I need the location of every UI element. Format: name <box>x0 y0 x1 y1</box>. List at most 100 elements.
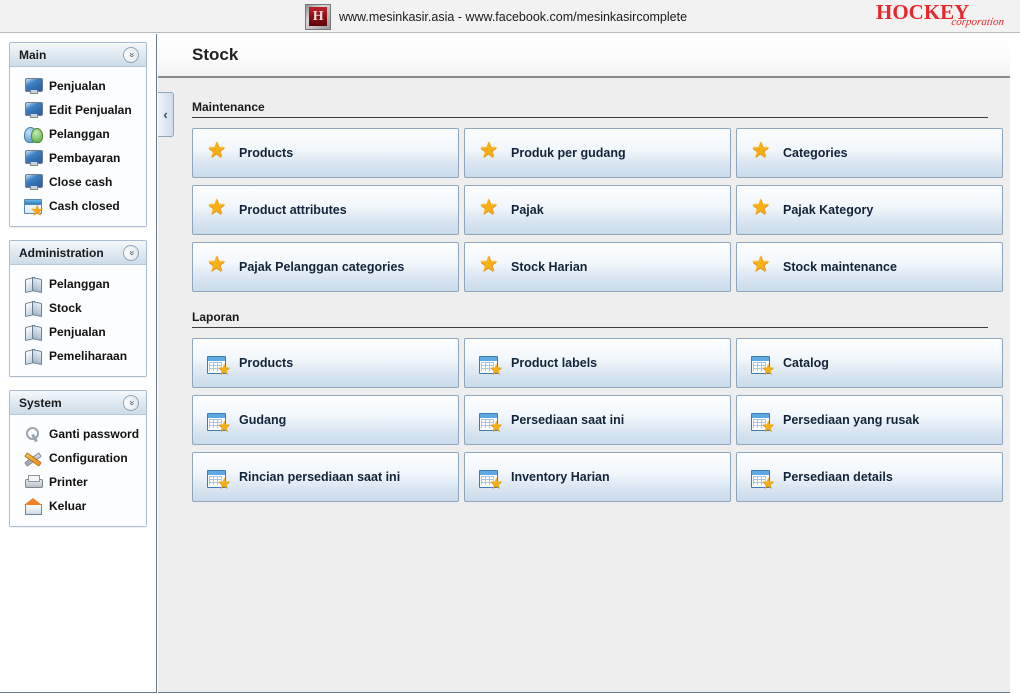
tile-report-products[interactable]: Products <box>192 338 459 388</box>
chevron-up-icon[interactable]: « <box>123 394 139 411</box>
banner-branding: H www.mesinkasir.asia - www.facebook.com… <box>305 0 687 33</box>
book-icon <box>24 300 42 316</box>
content-body: Maintenance Products Produk per gudang C… <box>158 78 1010 502</box>
panel-title-system: System <box>19 395 62 410</box>
tile-stock-maintenance[interactable]: Stock maintenance <box>736 242 1003 292</box>
sidebar-item-label: Pelanggan <box>49 277 110 291</box>
report-icon <box>207 412 231 434</box>
report-icon <box>207 355 231 377</box>
panel-body-administration: Pelanggan Stock Penjualan Pemeliharaan <box>10 265 146 376</box>
tile-report-product-labels[interactable]: Product labels <box>464 338 731 388</box>
report-icon <box>479 355 503 377</box>
tile-label: Pajak Pelanggan categories <box>239 260 405 274</box>
sidebar-item-ganti-password[interactable]: Ganti password <box>16 422 140 446</box>
star-icon <box>479 140 500 163</box>
sidebar-item-label: Ganti password <box>49 427 140 441</box>
panel-header-system[interactable]: System « <box>10 391 146 415</box>
section-label-text: Laporan <box>192 310 240 324</box>
chevron-up-icon[interactable]: « <box>123 244 139 261</box>
tile-label: Product labels <box>511 356 598 370</box>
tile-report-persediaan-yang-rusak[interactable]: Persediaan yang rusak <box>736 395 1003 445</box>
star-icon <box>479 197 500 220</box>
panel-header-main[interactable]: Main « <box>10 43 146 67</box>
key-icon <box>24 426 42 442</box>
laporan-tile-grid: Products Product labels Catalog Gudang P… <box>192 338 1003 502</box>
sidebar-panel-administration: Administration « Pelanggan Stock Penjual… <box>9 240 147 377</box>
sidebar-item-close-cash[interactable]: Close cash <box>16 170 140 194</box>
tile-pajak[interactable]: Pajak <box>464 185 731 235</box>
sidebar-item-label: Pelanggan <box>49 127 110 141</box>
panel-title-main: Main <box>19 47 47 62</box>
tile-stock-harian[interactable]: Stock Harian <box>464 242 731 292</box>
star-icon <box>207 140 228 163</box>
star-icon <box>479 254 500 277</box>
sidebar-item-printer[interactable]: Printer <box>16 470 140 494</box>
book-icon <box>24 276 42 292</box>
sidebar-item-cash-closed[interactable]: Cash closed <box>16 194 140 218</box>
page-title: Stock <box>192 45 239 64</box>
tile-products[interactable]: Products <box>192 128 459 178</box>
tile-label: Rincian persediaan saat ini <box>239 470 401 484</box>
sidebar-item-keluar[interactable]: Keluar <box>16 494 140 518</box>
sidebar-item-pelanggan[interactable]: Pelanggan <box>16 122 140 146</box>
tile-label: Product attributes <box>239 203 347 217</box>
main-content: Stock Maintenance Products Produk per gu… <box>158 34 1010 693</box>
tile-label: Persediaan saat ini <box>511 413 625 427</box>
sidebar-collapse-toggle[interactable]: ‹ <box>158 92 174 137</box>
tile-label: Pajak <box>511 203 544 217</box>
star-icon <box>207 254 228 277</box>
sidebar-panel-system: System « Ganti password Configuration Pr… <box>9 390 147 527</box>
report-icon <box>479 412 503 434</box>
monitor-icon <box>24 102 43 118</box>
sidebar-item-pembayaran[interactable]: Pembayaran <box>16 146 140 170</box>
tile-label: Gudang <box>239 413 287 427</box>
report-icon <box>751 355 775 377</box>
tile-label: Products <box>239 356 294 370</box>
panel-body-main: Penjualan Edit Penjualan Pelanggan Pemba… <box>10 67 146 226</box>
tile-pajak-kategory[interactable]: Pajak Kategory <box>736 185 1003 235</box>
tools-icon <box>24 450 42 466</box>
tile-label: Products <box>239 146 294 160</box>
panel-header-administration[interactable]: Administration « <box>10 241 146 265</box>
tile-produk-per-gudang[interactable]: Produk per gudang <box>464 128 731 178</box>
printer-icon <box>24 474 43 490</box>
banner-url-text: www.mesinkasir.asia - www.facebook.com/m… <box>339 9 688 24</box>
book-icon <box>24 348 42 364</box>
tile-product-attributes[interactable]: Product attributes <box>192 185 459 235</box>
tile-categories[interactable]: Categories <box>736 128 1003 178</box>
tile-report-gudang[interactable]: Gudang <box>192 395 459 445</box>
section-label-maintenance: Maintenance <box>192 100 988 118</box>
monitor-icon <box>24 174 43 190</box>
tile-label: Persediaan details <box>783 470 893 484</box>
top-banner: H www.mesinkasir.asia - www.facebook.com… <box>0 0 1020 33</box>
tile-label: Catalog <box>783 356 829 370</box>
tile-report-persediaan-saat-ini[interactable]: Persediaan saat ini <box>464 395 731 445</box>
sidebar-item-configuration[interactable]: Configuration <box>16 446 140 470</box>
h-logo-letter: H <box>309 7 327 26</box>
tile-report-persediaan-details[interactable]: Persediaan details <box>736 452 1003 502</box>
tile-label: Pajak Kategory <box>783 203 874 217</box>
sidebar-item-label: Printer <box>49 475 88 489</box>
panel-title-administration: Administration <box>19 245 104 260</box>
sidebar-item-admin-stock[interactable]: Stock <box>16 296 140 320</box>
panel-body-system: Ganti password Configuration Printer Kel… <box>10 415 146 526</box>
sidebar-item-admin-pemeliharaan[interactable]: Pemeliharaan <box>16 344 140 368</box>
tile-pajak-pelanggan-categories[interactable]: Pajak Pelanggan categories <box>192 242 459 292</box>
report-icon <box>751 469 775 491</box>
chevron-up-icon[interactable]: « <box>123 46 139 63</box>
sidebar-item-edit-penjualan[interactable]: Edit Penjualan <box>16 98 140 122</box>
monitor-icon <box>24 78 43 94</box>
sidebar-item-penjualan[interactable]: Penjualan <box>16 74 140 98</box>
maintenance-tile-grid: Products Produk per gudang Categories Pr… <box>192 128 1003 292</box>
monitor-icon <box>24 150 43 166</box>
tile-report-catalog[interactable]: Catalog <box>736 338 1003 388</box>
sidebar-item-label: Keluar <box>49 499 87 513</box>
tile-report-rincian-persediaan-saat-ini[interactable]: Rincian persediaan saat ini <box>192 452 459 502</box>
sidebar-item-admin-penjualan[interactable]: Penjualan <box>16 320 140 344</box>
sidebar-item-label: Pemeliharaan <box>49 349 128 363</box>
sidebar-item-admin-pelanggan[interactable]: Pelanggan <box>16 272 140 296</box>
star-icon <box>751 254 772 277</box>
star-icon <box>207 197 228 220</box>
page-header: Stock <box>158 34 1010 78</box>
tile-report-inventory-harian[interactable]: Inventory Harian <box>464 452 731 502</box>
